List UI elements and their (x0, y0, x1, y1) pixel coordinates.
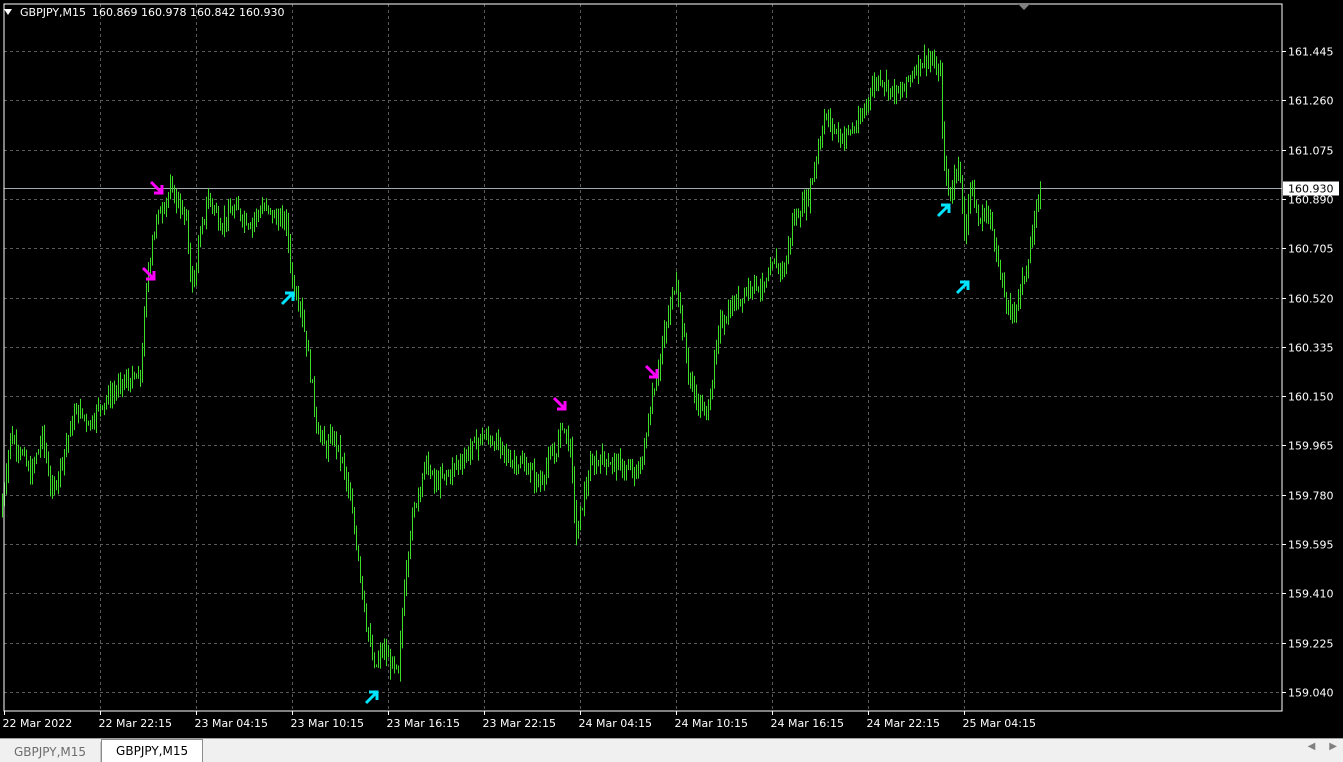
tab-scroll-arrows: ◀ ▶ (1308, 741, 1337, 752)
arrow-shaft (364, 691, 378, 705)
y-tick-label: 160.705 (1288, 243, 1334, 256)
arrow-shaft (280, 292, 294, 306)
arrow-shaft (936, 204, 950, 218)
y-tick-label: 160.335 (1288, 342, 1334, 355)
arrow-shaft (955, 281, 969, 295)
y-tick-label: 160.150 (1288, 391, 1334, 404)
current-price-label: 160.930 (1288, 183, 1334, 196)
x-tick-label: 24 Mar 10:15 (675, 717, 748, 730)
y-tick-label: 160.520 (1288, 293, 1334, 306)
arrow-shaft (149, 180, 163, 194)
y-tick-label: 159.780 (1288, 490, 1334, 503)
sell-arrow-icon (149, 180, 164, 195)
plot-frame (3, 3, 1283, 712)
buy-arrow-icon (955, 280, 970, 295)
symbol-timeframe: GBPJPY,M15 (20, 5, 87, 19)
x-tick-label: 24 Mar 22:15 (867, 717, 940, 730)
chart-axes: 161.445161.260161.075160.890160.705160.5… (3, 3, 1339, 730)
x-tick-label: 24 Mar 04:15 (579, 717, 652, 730)
x-tick-label: 22 Mar 22:15 (99, 717, 172, 730)
y-tick-label: 159.410 (1288, 588, 1334, 601)
y-tick-label: 159.225 (1288, 638, 1334, 651)
signal-arrows (141, 180, 970, 705)
buy-arrow-icon (936, 203, 951, 218)
y-tick-label: 161.260 (1288, 95, 1334, 108)
y-tick-label: 159.040 (1288, 687, 1334, 700)
y-tick-label: 161.075 (1288, 145, 1334, 158)
x-tick-label: 23 Mar 16:15 (387, 717, 460, 730)
scroll-left-icon[interactable]: ◀ (1308, 741, 1316, 752)
arrow-shaft (552, 396, 566, 410)
x-tick-label: 24 Mar 16:15 (771, 717, 844, 730)
buy-arrow-icon (280, 291, 295, 306)
x-tick-label: 23 Mar 04:15 (195, 717, 268, 730)
y-tick-label: 161.445 (1288, 46, 1334, 59)
price-chart[interactable]: 161.445161.260161.075160.890160.705160.5… (0, 0, 1343, 738)
x-tick-label: 23 Mar 22:15 (483, 717, 556, 730)
chart-grid (4, 4, 1282, 711)
tab-gbpjpy-m15-2[interactable]: GBPJPY,M15 (101, 739, 204, 762)
y-tick-label: 159.965 (1288, 440, 1334, 453)
buy-arrow-icon (364, 690, 379, 705)
sell-arrow-icon (644, 364, 659, 379)
price-bars (2, 44, 1041, 682)
ohlc-values: 160.869 160.978 160.842 160.930 (92, 5, 285, 19)
arrow-shaft (644, 364, 658, 378)
dropdown-triangle-icon[interactable] (4, 9, 12, 15)
sell-arrow-icon (552, 396, 567, 411)
chart-header: GBPJPY,M15 160.869 160.978 160.842 160.9… (4, 4, 285, 20)
x-tick-label: 22 Mar 2022 (3, 717, 73, 730)
x-tick-label: 23 Mar 10:15 (291, 717, 364, 730)
y-tick-label: 159.595 (1288, 539, 1334, 552)
chart-shift-marker-icon (1018, 4, 1030, 10)
chart-tab-bar: GBPJPY,M15 GBPJPY,M15 ◀ ▶ (0, 738, 1343, 762)
scroll-right-icon[interactable]: ▶ (1329, 741, 1337, 752)
tab-gbpjpy-m15-1[interactable]: GBPJPY,M15 (0, 742, 102, 762)
x-tick-label: 25 Mar 04:15 (963, 717, 1036, 730)
